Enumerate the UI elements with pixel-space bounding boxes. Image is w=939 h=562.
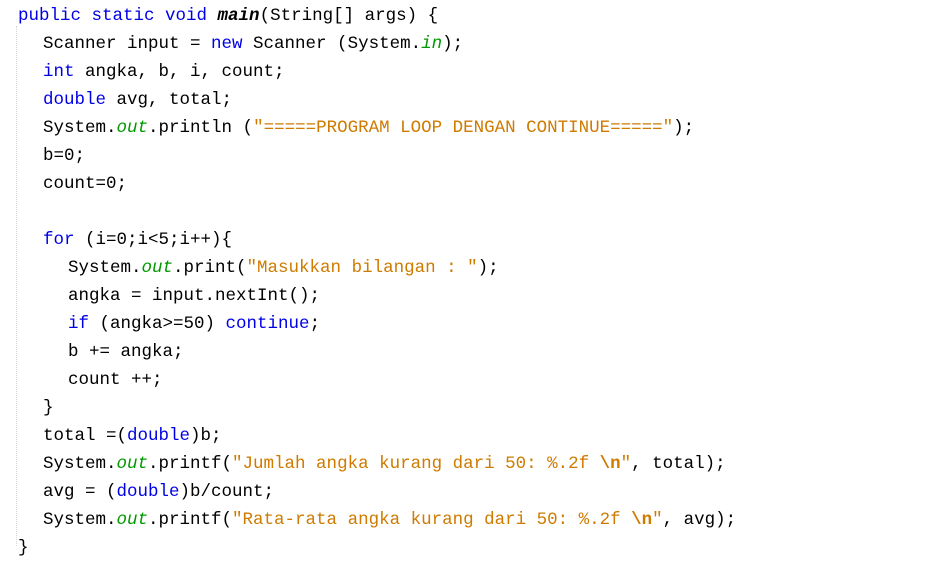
code-line[interactable]: Scanner input = new Scanner (System.in);: [43, 30, 463, 58]
code-token: out: [116, 118, 149, 138]
code-line[interactable]: total =(double)b;: [43, 422, 222, 450]
code-token: in: [421, 34, 443, 54]
code-token: new: [211, 34, 243, 54]
code-token: double: [116, 482, 180, 502]
code-token: count ++;: [68, 370, 163, 390]
code-token: , total);: [631, 454, 726, 474]
code-token: angka = input.nextInt();: [68, 286, 321, 306]
code-token: );: [673, 118, 695, 138]
code-token: out: [116, 454, 149, 474]
code-token: for: [43, 230, 75, 250]
code-token: total =(: [43, 426, 128, 446]
code-line[interactable]: double avg, total;: [43, 86, 232, 114]
code-line[interactable]: count=0;: [43, 170, 127, 198]
code-token: System.: [43, 118, 117, 138]
code-token: .println (: [148, 118, 254, 138]
code-token: (angka>=50): [89, 314, 226, 334]
code-line[interactable]: angka = input.nextInt();: [68, 282, 320, 310]
code-line[interactable]: for (i=0;i<5;i++){: [43, 226, 232, 254]
code-token: public static void: [18, 6, 218, 26]
code-token: "Jumlah angka kurang dari 50: %.2f: [232, 454, 600, 474]
code-token: System.: [43, 510, 117, 530]
code-token: b=0;: [43, 146, 86, 166]
code-line[interactable]: count ++;: [68, 366, 163, 394]
code-token: avg = (: [43, 482, 117, 502]
code-token: int: [43, 62, 75, 82]
code-token: );: [442, 34, 464, 54]
code-token: "=====PROGRAM LOOP DENGAN CONTINUE=====": [253, 118, 674, 138]
code-token: double: [127, 426, 191, 446]
code-token: Scanner input =: [43, 34, 212, 54]
code-token: avg, total;: [106, 90, 233, 110]
code-token: System.: [43, 454, 117, 474]
code-token: , avg);: [662, 510, 737, 530]
code-line[interactable]: public static void main(String[] args) {: [18, 2, 438, 30]
code-token: continue: [225, 314, 310, 334]
code-token: (i=0;i<5;i++){: [74, 230, 233, 250]
code-token: Scanner (System.: [242, 34, 422, 54]
code-token: \n: [599, 454, 621, 474]
code-token: }: [18, 538, 29, 558]
code-line[interactable]: if (angka>=50) continue;: [68, 310, 320, 338]
code-token: main: [217, 6, 260, 26]
code-token: .printf(: [148, 454, 233, 474]
code-token: .printf(: [148, 510, 233, 530]
code-token: if: [68, 314, 90, 334]
code-line[interactable]: }: [18, 534, 29, 562]
code-editor[interactable]: public static void main(String[] args) {…: [0, 0, 939, 562]
indent-guide: [16, 26, 17, 546]
code-line[interactable]: System.out.printf("Jumlah angka kurang d…: [43, 450, 726, 478]
code-token: (String[] args) {: [259, 6, 439, 26]
code-token: count=0;: [43, 174, 128, 194]
code-line[interactable]: b += angka;: [68, 338, 184, 366]
code-token: );: [477, 258, 499, 278]
code-token: double: [43, 90, 107, 110]
code-token: .print(: [173, 258, 247, 278]
code-token: \n: [631, 510, 653, 530]
code-token: ": [620, 454, 632, 474]
code-line[interactable]: System.out.print("Masukkan bilangan : ")…: [68, 254, 499, 282]
code-token: }: [43, 398, 54, 418]
code-token: "Rata-rata angka kurang dari 50: %.2f: [232, 510, 632, 530]
code-token: )b/count;: [179, 482, 275, 502]
code-line[interactable]: b=0;: [43, 142, 85, 170]
code-line[interactable]: System.out.printf("Rata-rata angka kuran…: [43, 506, 736, 534]
code-line[interactable]: avg = (double)b/count;: [43, 478, 274, 506]
code-line[interactable]: }: [43, 394, 54, 422]
code-line[interactable]: int angka, b, i, count;: [43, 58, 285, 86]
code-token: out: [116, 510, 149, 530]
code-token: )b;: [190, 426, 222, 446]
code-token: ": [652, 510, 663, 530]
code-token: System.: [68, 258, 142, 278]
code-token: b += angka;: [68, 342, 184, 362]
code-line[interactable]: System.out.println ("=====PROGRAM LOOP D…: [43, 114, 694, 142]
code-token: out: [141, 258, 174, 278]
code-token: ;: [309, 314, 321, 334]
code-token: "Masukkan bilangan : ": [246, 258, 478, 278]
code-token: angka, b, i, count;: [74, 62, 285, 82]
